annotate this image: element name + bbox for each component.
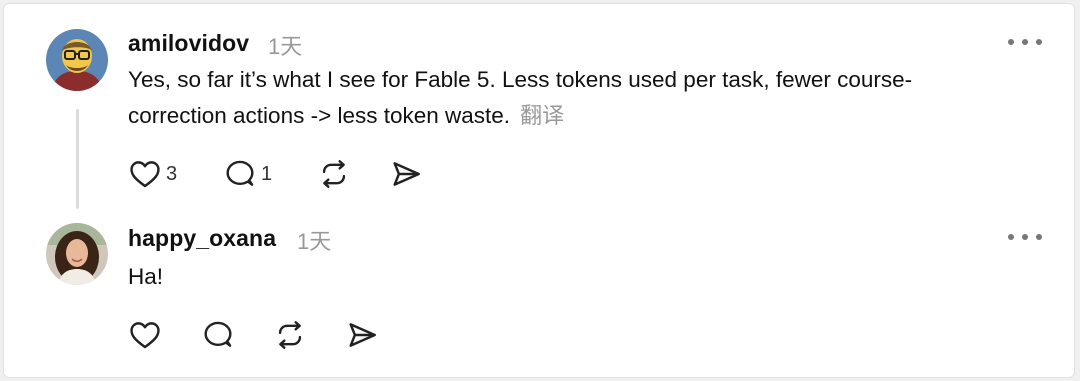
comment-text: Ha! xyxy=(128,264,164,289)
reply-button[interactable] xyxy=(201,318,273,352)
comment-thread: amilovidov 1天 Yes, so far it’s what I se… xyxy=(3,3,1075,378)
thread-connector-line xyxy=(76,109,79,209)
repost-button[interactable] xyxy=(273,318,345,352)
reply-button[interactable]: 1 xyxy=(223,157,317,191)
more-icon-dot xyxy=(1008,39,1014,45)
share-button[interactable] xyxy=(345,318,379,352)
username[interactable]: happy_oxana xyxy=(128,225,276,252)
more-icon-dot xyxy=(1022,39,1028,45)
share-button[interactable] xyxy=(389,157,423,191)
action-bar xyxy=(128,318,379,352)
translate-link[interactable]: 翻译 xyxy=(520,103,564,128)
comment-text-line: Yes, so far it’s what I see for Fable 5.… xyxy=(128,67,913,92)
timestamp: 1天 xyxy=(268,34,303,59)
avatar-amilovidov[interactable] xyxy=(46,29,108,91)
timestamp: 1天 xyxy=(297,229,332,254)
username[interactable]: amilovidov xyxy=(128,30,249,57)
more-options-button[interactable] xyxy=(1008,35,1042,49)
more-icon-dot xyxy=(1022,234,1028,240)
reply-count: 1 xyxy=(261,162,273,185)
repost-icon xyxy=(278,321,302,349)
like-button[interactable]: 3 xyxy=(128,157,223,191)
more-icon-dot xyxy=(1008,234,1014,240)
action-bar: 3 1 xyxy=(128,157,423,191)
heart-icon xyxy=(130,161,160,188)
heart-icon xyxy=(130,322,160,349)
like-button[interactable] xyxy=(128,318,201,352)
share-icon xyxy=(393,162,420,186)
more-icon-dot xyxy=(1036,39,1042,45)
comment-text-line: correction actions -> less token waste. 翻… xyxy=(128,98,1048,134)
comment-icon xyxy=(226,160,254,186)
comment-icon xyxy=(204,321,232,347)
avatar-happy-oxana[interactable] xyxy=(46,223,108,285)
repost-icon xyxy=(322,160,346,188)
comment-text-line-2: correction actions -> less token waste. xyxy=(128,103,511,128)
like-count: 3 xyxy=(166,162,178,185)
more-icon-dot xyxy=(1036,234,1042,240)
more-options-button[interactable] xyxy=(1008,230,1042,244)
comment-text: Yes, so far it’s what I see for Fable 5.… xyxy=(128,62,1048,134)
repost-button[interactable] xyxy=(317,157,389,191)
share-icon xyxy=(349,323,376,347)
